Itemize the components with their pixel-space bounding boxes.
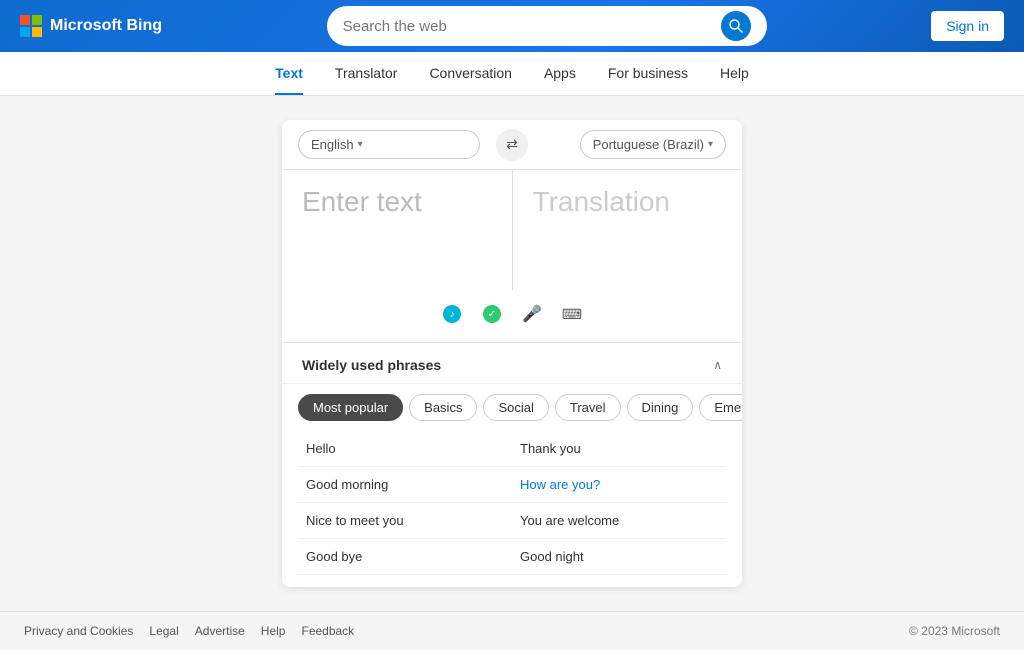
phrase-item[interactable]: Good night — [512, 539, 726, 575]
nav-item-text[interactable]: Text — [275, 53, 303, 95]
phrases-list: Hello Thank you Good morning How are you… — [282, 431, 742, 587]
phrases-header: Widely used phrases ∧ — [282, 343, 742, 384]
speaker-icon: ♪ — [443, 305, 461, 323]
speaker-button[interactable]: ♪ — [436, 298, 468, 330]
category-social[interactable]: Social — [483, 394, 548, 421]
footer-link-advertise[interactable]: Advertise — [195, 624, 245, 638]
copy-button[interactable]: ✓ — [476, 298, 508, 330]
header: Microsoft Bing Sign in — [0, 0, 1024, 52]
signin-button[interactable]: Sign in — [931, 11, 1004, 41]
phrase-item[interactable]: How are you? — [512, 467, 726, 503]
nav-item-conversation[interactable]: Conversation — [429, 53, 512, 95]
center-controls: ♪ ✓ 🎤 ⌨ — [282, 290, 742, 343]
copy-icon: ✓ — [483, 305, 501, 323]
category-most-popular[interactable]: Most popular — [298, 394, 403, 421]
footer-links: Privacy and Cookies Legal Advertise Help… — [24, 624, 354, 638]
target-lang-container: Portuguese (Brazil) ▾ — [528, 120, 742, 169]
text-areas: Enter text Translation — [282, 170, 742, 290]
logo-text: Microsoft Bing — [50, 17, 162, 35]
category-basics[interactable]: Basics — [409, 394, 477, 421]
phrase-item[interactable]: Good morning — [298, 467, 512, 503]
microphone-icon: 🎤 — [522, 304, 542, 324]
source-language-dropdown[interactable]: English ▾ — [298, 130, 480, 159]
source-lang-container: English ▾ — [282, 120, 496, 169]
phrase-item[interactable]: You are welcome — [512, 503, 726, 539]
search-bar-container — [178, 6, 915, 46]
category-dining[interactable]: Dining — [627, 394, 694, 421]
bing-logo-icon — [20, 15, 42, 37]
translator-card: English ▾ ⇄ Portuguese (Brazil) ▾ Enter … — [282, 120, 742, 587]
nav-item-apps[interactable]: Apps — [544, 53, 576, 95]
swap-icon: ⇄ — [506, 136, 518, 153]
microphone-button[interactable]: 🎤 — [516, 298, 548, 330]
keyboard-icon: ⌨ — [562, 306, 582, 323]
footer-link-feedback[interactable]: Feedback — [301, 624, 354, 638]
nav-item-forbusiness[interactable]: For business — [608, 53, 688, 95]
source-lang-arrow-icon: ▾ — [358, 139, 363, 150]
category-emergency[interactable]: Emergency — [699, 394, 742, 421]
target-lang-label: Portuguese (Brazil) — [593, 137, 704, 152]
search-button[interactable] — [721, 11, 751, 41]
main-content: English ▾ ⇄ Portuguese (Brazil) ▾ Enter … — [0, 96, 1024, 611]
search-input[interactable] — [343, 18, 713, 35]
phrases-title: Widely used phrases — [302, 357, 441, 373]
phrases-section: Widely used phrases ∧ Most popular Basic… — [282, 343, 742, 587]
phrase-item[interactable]: Nice to meet you — [298, 503, 512, 539]
search-bar — [327, 6, 767, 46]
phrase-item[interactable]: Hello — [298, 431, 512, 467]
nav-item-help[interactable]: Help — [720, 53, 749, 95]
collapse-phrases-button[interactable]: ∧ — [713, 358, 722, 372]
translation-placeholder: Translation — [533, 186, 723, 218]
logo-area: Microsoft Bing — [20, 15, 162, 37]
footer: Privacy and Cookies Legal Advertise Help… — [0, 611, 1024, 650]
swap-languages-button[interactable]: ⇄ — [496, 129, 528, 161]
categories-row: Most popular Basics Social Travel Dining… — [282, 384, 742, 431]
keyboard-button[interactable]: ⌨ — [556, 298, 588, 330]
input-side: Enter text — [282, 170, 513, 290]
source-lang-label: English — [311, 137, 354, 152]
footer-link-privacy[interactable]: Privacy and Cookies — [24, 624, 133, 638]
phrase-item[interactable]: Thank you — [512, 431, 726, 467]
search-icon — [729, 19, 743, 33]
target-lang-arrow-icon: ▾ — [708, 139, 713, 150]
nav-item-translator[interactable]: Translator — [335, 53, 398, 95]
output-side: Translation — [513, 170, 743, 290]
main-nav: Text Translator Conversation Apps For bu… — [0, 52, 1024, 96]
target-language-dropdown[interactable]: Portuguese (Brazil) ▾ — [580, 130, 726, 159]
footer-link-legal[interactable]: Legal — [149, 624, 178, 638]
phrase-item[interactable]: Good bye — [298, 539, 512, 575]
language-selectors: English ▾ ⇄ Portuguese (Brazil) ▾ — [282, 120, 742, 170]
category-travel[interactable]: Travel — [555, 394, 621, 421]
enter-text-placeholder[interactable]: Enter text — [302, 186, 492, 218]
footer-copyright: © 2023 Microsoft — [909, 624, 1000, 638]
footer-link-help[interactable]: Help — [261, 624, 286, 638]
